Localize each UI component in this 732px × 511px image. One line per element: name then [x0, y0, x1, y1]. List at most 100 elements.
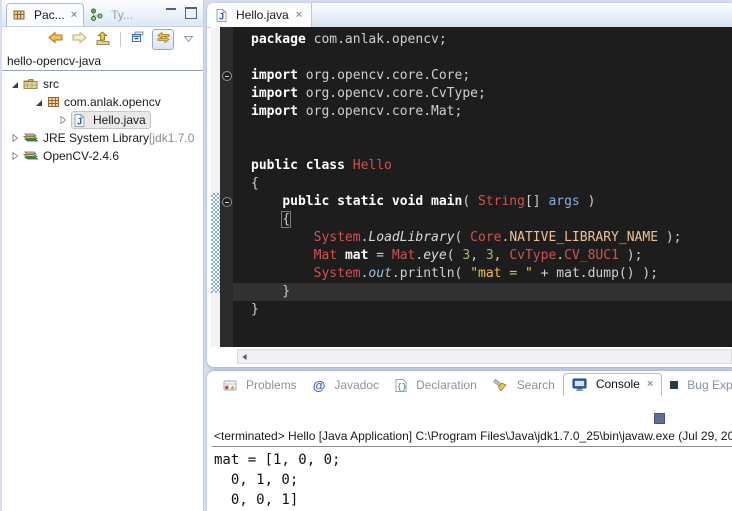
view-menu-button[interactable] [178, 30, 198, 49]
javadoc-icon: @ [313, 379, 326, 392]
tab-label: Ty... [111, 8, 133, 22]
code-line-6[interactable] [251, 121, 732, 139]
java-file-icon: J [216, 9, 227, 22]
editor-hscrollbar[interactable] [211, 349, 732, 364]
tab-label: Search [517, 378, 555, 392]
close-icon[interactable]: × [647, 379, 653, 390]
maximize-icon[interactable] [185, 7, 197, 19]
forward-icon [71, 31, 88, 47]
tab-pac[interactable]: Pac... × [6, 3, 84, 26]
collapsed-twisty-icon[interactable] [10, 133, 21, 143]
tab-label: Pac... [34, 8, 65, 22]
tab-bug-explorer[interactable]: Bug Explorer [662, 375, 732, 396]
code-line-4[interactable]: import org.opencv.core.CvType; [251, 85, 732, 103]
fold-collapse-icon[interactable] [222, 197, 232, 207]
tree-item-hello-java[interactable]: J Hello.java [2, 111, 203, 129]
code-line-13[interactable]: Mat mat = Mat.eye( 3, 3, CvType.CV_8UC1 … [251, 247, 732, 265]
method-range-indicator [211, 193, 220, 293]
library-icon [23, 150, 39, 162]
fold-collapse-icon[interactable] [222, 71, 232, 81]
svg-text:J: J [219, 11, 224, 21]
tab-hello-java[interactable]: J Hello.java × [207, 3, 312, 27]
code-editor[interactable]: package com.anlak.opencv; import org.open… [233, 27, 732, 347]
code-line-15[interactable]: } [233, 283, 732, 301]
tree-item-label: OpenCV-2.4.6 [43, 149, 119, 163]
toolbar-separator [120, 32, 121, 47]
tab-declaration[interactable]: {}Declaration [387, 375, 485, 396]
package-explorer-panel: Pac... × Ty... hello-opencv-java src com.an… [2, 0, 204, 511]
code-line-16[interactable]: } [251, 301, 732, 319]
expanded-twisty-icon[interactable] [10, 79, 21, 89]
package-explorer-toolbar [2, 27, 203, 51]
search-icon [493, 379, 508, 392]
tree-item-label: com.anlak.opencv [64, 95, 161, 109]
console-toolbar-icon[interactable] [654, 413, 665, 424]
folding-ruler [220, 27, 233, 347]
console-view: <terminated> Hello [Java Application] C:… [212, 427, 732, 511]
tree-item-jre-system-library[interactable]: JRE System Library [jdk1.7.0 [2, 129, 203, 147]
tree-item-label: JRE System Library [43, 131, 149, 145]
tab-ty[interactable]: Ty... [84, 4, 139, 26]
link-editor-icon [156, 31, 171, 47]
code-line-1[interactable]: package com.anlak.opencv; [251, 31, 732, 49]
collapsed-twisty-icon[interactable] [10, 151, 21, 161]
collapsed-twisty-icon[interactable] [58, 115, 69, 125]
tab-javadoc[interactable]: @ Javadoc [305, 375, 387, 396]
code-line-7[interactable] [251, 139, 732, 157]
editor-tab-label: Hello.java [236, 8, 289, 22]
package-icon [47, 96, 60, 108]
tab-label: Javadoc [334, 378, 379, 392]
link-with-editor-button[interactable] [152, 29, 174, 50]
svg-text:J: J [77, 116, 82, 126]
console-panel: Problems @ Javadoc {}Declaration Search Conso… [207, 371, 732, 511]
tab-problems[interactable]: Problems [215, 375, 305, 396]
collapse-all-button[interactable] [128, 30, 148, 49]
minimize-icon[interactable] [166, 8, 176, 19]
library-icon [23, 132, 39, 144]
left-pane-tabbar: Pac... × Ty... [2, 0, 203, 27]
package-explorer-icon [13, 9, 26, 21]
selected-item-box: J Hello.java [71, 111, 151, 129]
tree-item-opencv-2-4-6[interactable]: OpenCV-2.4.6 [2, 147, 203, 165]
code-line-8[interactable]: public class Hello [251, 157, 732, 175]
code-line-2[interactable] [251, 49, 732, 67]
pane-window-buttons [166, 7, 197, 19]
code-line-5[interactable]: import org.opencv.core.Mat; [251, 103, 732, 121]
project-tree: src com.anlak.opencv J Hello.java JRE System… [2, 71, 203, 165]
close-icon[interactable]: × [71, 10, 77, 21]
problems-icon [223, 380, 237, 391]
type-hierarchy-icon [90, 8, 103, 21]
console-icon [572, 378, 587, 391]
code-line-14[interactable]: System.out.println( "mat = " + mat.dump(… [251, 265, 732, 283]
code-line-9[interactable]: { [251, 175, 732, 193]
expanded-twisty-icon[interactable] [34, 97, 45, 107]
range-indicator-ruler [211, 27, 220, 347]
code-line-12[interactable]: System.LoadLibrary( Core.NATIVE_LIBRARY_… [251, 229, 732, 247]
back-button[interactable] [45, 30, 65, 49]
editor-body: package com.anlak.opencv; import org.open… [211, 27, 732, 347]
tree-item-suffix: [jdk1.7.0 [149, 131, 194, 145]
console-output[interactable]: mat = [1, 0, 0; 0, 1, 0; 0, 0, 1] [214, 450, 732, 510]
tab-search[interactable]: Search [485, 375, 563, 396]
hscrollbar-track[interactable] [237, 349, 732, 364]
src-folder-icon [23, 78, 39, 90]
svg-text:{}: {} [397, 383, 407, 392]
up-button[interactable] [93, 30, 113, 49]
tab-label: Console [596, 377, 640, 391]
scroll-left-icon[interactable] [241, 353, 249, 361]
tree-item-src[interactable]: src [2, 75, 203, 93]
console-process-label: <terminated> Hello [Java Application] C:… [212, 427, 732, 447]
project-label[interactable]: hello-opencv-java [2, 51, 203, 71]
forward-button[interactable] [69, 30, 89, 49]
code-line-11[interactable]: { [251, 211, 732, 229]
tab-label: Problems [246, 378, 297, 392]
code-line-3[interactable]: import org.opencv.core.Core; [251, 67, 732, 85]
tree-item-label: Hello.java [93, 113, 146, 127]
menu-chevron-icon [183, 32, 194, 46]
tab-label: Bug Explorer [687, 378, 732, 392]
tab-console[interactable]: Console × [563, 373, 662, 396]
code-line-10[interactable]: public static void main( String[] args ) [251, 193, 732, 211]
close-icon[interactable]: × [296, 10, 302, 21]
tree-item-com-anlak-opencv[interactable]: com.anlak.opencv [2, 93, 203, 111]
java-file-icon: J [74, 114, 85, 127]
